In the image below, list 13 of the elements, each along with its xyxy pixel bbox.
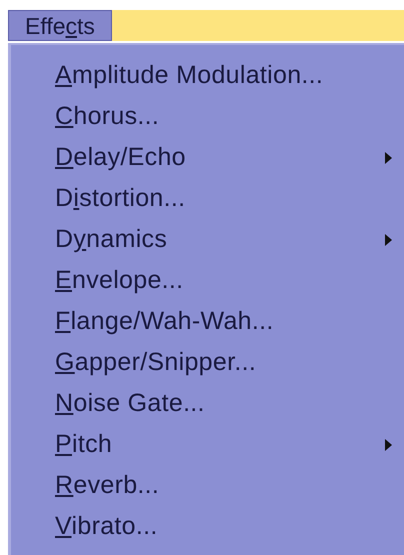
menu-item[interactable]: Distortion... (11, 178, 404, 219)
menu-item[interactable]: Pitch (11, 424, 404, 465)
menu-item[interactable]: Amplitude Modulation... (11, 55, 404, 96)
menu-item[interactable]: Envelope... (11, 260, 404, 301)
menu-item[interactable]: Gapper/Snipper... (11, 342, 404, 383)
menu-item[interactable]: Dynamics (11, 219, 404, 260)
menu-item[interactable]: Delay/Echo (11, 137, 404, 178)
menu-item[interactable]: Vibrato... (11, 506, 404, 547)
menu-item[interactable]: Reverb... (11, 465, 404, 506)
menu-title[interactable]: Effects (8, 10, 112, 41)
menu-item[interactable]: Noise Gate... (11, 383, 404, 424)
menu-item[interactable]: Chorus... (11, 96, 404, 137)
menu-item[interactable]: Flange/Wah-Wah... (11, 301, 404, 342)
